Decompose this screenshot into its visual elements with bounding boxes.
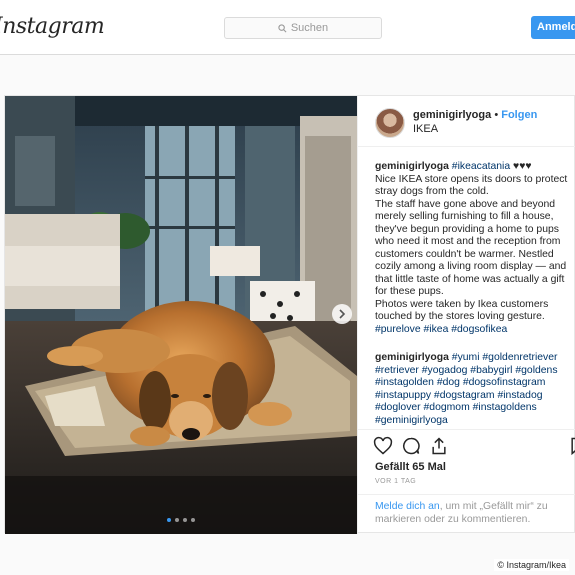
login-link[interactable]: Melde dich an xyxy=(375,501,440,512)
action-bar xyxy=(358,429,575,459)
caption-hearts: ♥♥♥ xyxy=(510,161,532,172)
comment-icon[interactable] xyxy=(401,436,421,456)
caption-line: Photos were taken by Ikea customers touc… xyxy=(375,298,549,323)
bookmark-icon[interactable] xyxy=(568,436,575,456)
login-button[interactable]: Anmelden xyxy=(531,16,575,39)
caption-line: Nice IKEA store opens its doors to prote… xyxy=(375,173,568,198)
user-line: geminigirlyoga • Folgen xyxy=(413,109,537,121)
avatar[interactable] xyxy=(375,108,405,138)
caption-hashtag[interactable]: #ikeacatania xyxy=(452,161,510,172)
login-prompt: Melde dich an, um mit „Gefällt mir“ zu m… xyxy=(358,494,575,534)
post-caption: geminigirlyoga #ikeacatania ♥♥♥ Nice IKE… xyxy=(375,161,575,336)
post-sidebar: geminigirlyoga • Folgen IKEA geminigirly… xyxy=(357,96,575,534)
dog-photo-image xyxy=(5,96,357,534)
carousel-dot xyxy=(191,518,195,522)
share-icon[interactable] xyxy=(429,436,449,456)
carousel-dot xyxy=(175,518,179,522)
search-input[interactable]: Suchen xyxy=(224,17,382,39)
next-photo-button[interactable] xyxy=(332,304,352,324)
search-placeholder: Suchen xyxy=(290,22,329,34)
caption-line: The staff have gone above and beyond mer… xyxy=(375,198,567,298)
top-navigation-bar: Instagram Suchen Anmelden xyxy=(0,0,575,55)
like-count[interactable]: Gefällt 65 Mal xyxy=(375,461,446,473)
post-date: VOR 1 TAG xyxy=(375,478,417,485)
caption-username[interactable]: geminigirlyoga xyxy=(375,161,449,172)
username-link[interactable]: geminigirlyoga xyxy=(413,109,491,121)
comment-username[interactable]: geminigirlyoga xyxy=(375,352,449,363)
location-link[interactable]: IKEA xyxy=(413,123,438,135)
caption-hashtags[interactable]: #purelove #ikea #dogsofikea xyxy=(375,324,575,337)
separator-dot: • xyxy=(494,109,499,121)
comment-hashtag[interactable]: #yumi xyxy=(452,352,480,363)
post-photo[interactable] xyxy=(5,96,357,534)
carousel-dot xyxy=(167,518,171,522)
comment-item: geminigirlyoga #yumi #goldenretriever #r… xyxy=(375,352,575,427)
follow-button[interactable]: Folgen xyxy=(501,109,537,121)
heart-icon[interactable] xyxy=(373,436,393,456)
comment-hashtags[interactable]: #goldenretriever #retriever #yogadog #ba… xyxy=(375,352,558,426)
carousel-dot xyxy=(183,518,187,522)
post-header: geminigirlyoga • Folgen IKEA xyxy=(358,96,575,147)
carousel-indicator xyxy=(167,518,195,522)
search-icon xyxy=(278,23,287,32)
chevron-right-icon xyxy=(339,309,346,319)
instagram-logo[interactable]: Instagram xyxy=(0,14,105,39)
post-card: geminigirlyoga • Folgen IKEA geminigirly… xyxy=(4,95,575,534)
photo-credit: © Instagram/Ikea xyxy=(494,559,569,571)
